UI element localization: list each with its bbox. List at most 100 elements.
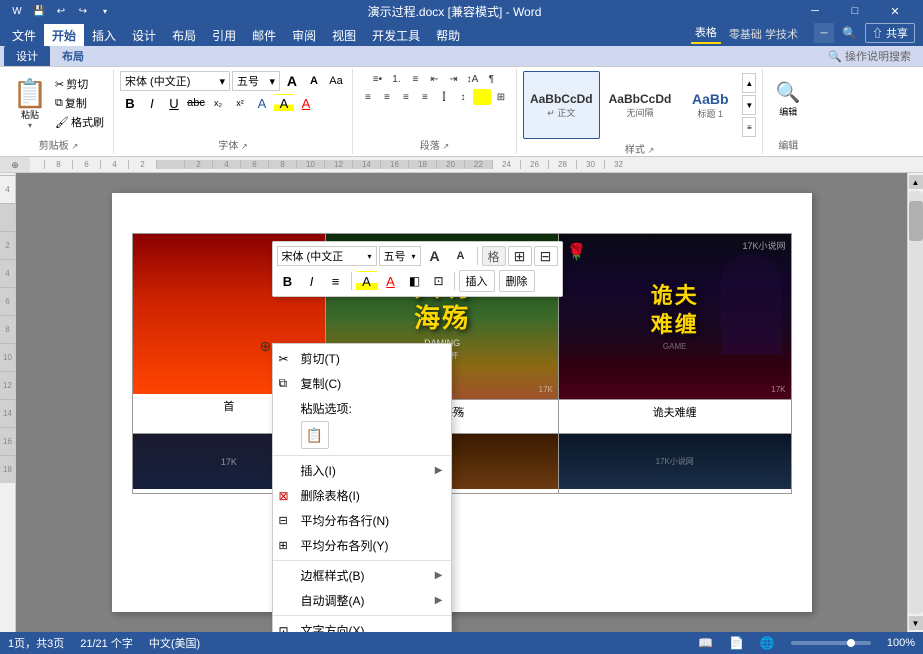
strikethrough-button[interactable]: abc xyxy=(186,94,206,112)
styles-scroll-up[interactable]: ▲ xyxy=(742,73,756,93)
float-italic-button[interactable]: I xyxy=(301,271,323,291)
tab-developer[interactable]: 开发工具 xyxy=(364,24,428,46)
find-replace-button[interactable]: 🔍 编辑 xyxy=(770,78,806,128)
format-painter-button[interactable]: 🖌格式刷 xyxy=(52,113,107,131)
close-button[interactable]: ✕ xyxy=(875,0,915,22)
font-color-button[interactable]: A xyxy=(296,94,316,112)
document-area[interactable]: 超级 首 17K小说网 大明海殇 DAMING 就差一杯 17K xyxy=(16,173,907,632)
vertical-scrollbar[interactable]: ▲ ▼ xyxy=(907,173,923,632)
search-help-icon[interactable]: 🔍 xyxy=(842,26,857,40)
bullets-button[interactable]: ≡• xyxy=(368,71,386,87)
zoom-thumb[interactable] xyxy=(847,639,855,647)
qat-more-icon[interactable]: ▾ xyxy=(96,2,114,20)
scroll-down-button[interactable]: ▼ xyxy=(909,616,923,630)
highlight-button[interactable]: A xyxy=(274,94,294,112)
float-insert-button[interactable]: 插入 xyxy=(459,270,495,292)
font-size-select[interactable]: 五号▾ xyxy=(232,71,280,91)
cm-autofit[interactable]: 自动调整(A) ▶ xyxy=(273,588,451,613)
tab-insert[interactable]: 插入 xyxy=(84,24,124,46)
tab-design[interactable]: 设计 xyxy=(124,24,164,46)
tab-file[interactable]: 文件 xyxy=(4,24,44,46)
float-border2-button[interactable]: ⊡ xyxy=(428,271,450,291)
view-read-btn[interactable]: 📖 xyxy=(698,636,713,650)
styles-expand[interactable]: ≡ xyxy=(742,117,756,137)
subscript-button[interactable]: x₂ xyxy=(208,94,228,112)
style-normal[interactable]: AaBbCcDd ↵ 正文 xyxy=(523,71,600,139)
style-heading1[interactable]: AaBb 标题 1 xyxy=(680,71,740,139)
float-font-color-button[interactable]: A xyxy=(380,271,402,291)
table-cell-qifu[interactable]: 17K小说网 🌹 诡夫难缠 GAME 17K 诡夫难缠 xyxy=(558,234,791,434)
align-left-button[interactable]: ≡ xyxy=(359,89,377,105)
tab-mailings[interactable]: 邮件 xyxy=(244,24,284,46)
tab-view[interactable]: 视图 xyxy=(324,24,364,46)
cm-paste-icon1[interactable]: 📋 xyxy=(301,421,329,449)
float-shrink-font[interactable]: A xyxy=(449,246,473,266)
float-highlight-button[interactable]: A xyxy=(356,271,378,291)
shading-button[interactable] xyxy=(473,89,491,105)
float-border-icon[interactable]: ⊟ xyxy=(534,246,558,266)
copy-button[interactable]: ⧉复制 xyxy=(52,94,107,112)
restore-button[interactable]: □ xyxy=(835,0,875,22)
ruler-corner[interactable]: ⊕ xyxy=(0,157,30,173)
minimize-button[interactable]: ─ xyxy=(795,0,835,22)
line-spacing-button[interactable]: ↕ xyxy=(454,89,472,105)
styles-scroll-down[interactable]: ▼ xyxy=(742,95,756,115)
float-align-button[interactable]: ≡ xyxy=(325,271,347,291)
tab-review[interactable]: 审阅 xyxy=(284,24,324,46)
text-effects-button[interactable]: A xyxy=(252,94,272,112)
float-bold-button[interactable]: B xyxy=(277,271,299,291)
cm-cut[interactable]: ✂ 剪切(T) xyxy=(273,346,451,371)
zoom-slider[interactable] xyxy=(791,641,871,645)
view-web-btn[interactable]: 🌐 xyxy=(760,636,775,650)
tab-references[interactable]: 引用 xyxy=(204,24,244,46)
center-button[interactable]: ≡ xyxy=(378,89,396,105)
increase-indent-button[interactable]: ⇥ xyxy=(444,71,462,87)
tab-help[interactable]: 帮助 xyxy=(428,24,468,46)
grow-font-button[interactable]: A xyxy=(282,72,302,90)
style-no-spacing[interactable]: AaBbCcDd 无间隔 xyxy=(602,71,679,139)
shrink-font-button[interactable]: A xyxy=(304,72,324,90)
sort-button[interactable]: ↕A xyxy=(463,71,481,87)
bold-button[interactable]: B xyxy=(120,94,140,112)
scroll-up-button[interactable]: ▲ xyxy=(909,175,923,189)
justify-button[interactable]: ≡ xyxy=(416,89,434,105)
column-button[interactable]: ⫿ xyxy=(435,89,453,105)
float-format-icon[interactable]: 格 xyxy=(482,246,506,266)
table-tools-tab-layout[interactable]: 布局 xyxy=(50,46,96,66)
clear-format-button[interactable]: Aa xyxy=(326,72,346,90)
float-table-icon[interactable]: ⊞ xyxy=(508,246,532,266)
float-delete-button[interactable]: 删除 xyxy=(499,270,535,292)
table-tools-tab-design[interactable]: 设计 xyxy=(4,46,50,66)
tab-layout[interactable]: 布局 xyxy=(164,24,204,46)
border-button[interactable]: ⊞ xyxy=(492,89,510,105)
multilevel-list-button[interactable]: ≡ xyxy=(406,71,424,87)
scroll-thumb[interactable] xyxy=(909,201,923,241)
font-name-select[interactable]: 宋体 (中文正)▾ xyxy=(120,71,230,91)
paste-button[interactable]: 📋 粘贴 ▾ xyxy=(10,78,50,128)
float-font-name[interactable]: 宋体 (中文正 ▾ xyxy=(277,246,377,266)
cut-button[interactable]: ✂剪切 xyxy=(52,75,107,93)
floating-toolbar[interactable]: 宋体 (中文正 ▾ 五号 ▾ A A 格 ⊞ ⊟ B I xyxy=(272,241,563,297)
float-font-size[interactable]: 五号 ▾ xyxy=(379,246,421,266)
cm-insert[interactable]: 插入(I) ▶ xyxy=(273,458,451,483)
numbering-button[interactable]: 1. xyxy=(387,71,405,87)
ribbon-minimize-btn[interactable]: ─ xyxy=(814,23,834,43)
search-ribbon-btn[interactable]: 🔍 操作说明搜索 xyxy=(820,46,919,66)
cm-copy[interactable]: ⧉ 复制(C) xyxy=(273,371,451,396)
context-menu[interactable]: ✂ 剪切(T) ⧉ 复制(C) 粘贴选项: 📋 xyxy=(272,343,452,632)
share-button[interactable]: ⇧ 共享 xyxy=(865,23,915,43)
cm-border-style[interactable]: 边框样式(B) ▶ xyxy=(273,563,451,588)
show-hide-button[interactable]: ¶ xyxy=(482,71,500,87)
underline-button[interactable]: U xyxy=(164,94,184,112)
tab-home[interactable]: 开始 xyxy=(44,24,84,46)
cm-distribute-cols[interactable]: ⊞ 平均分布各列(Y) xyxy=(273,533,451,558)
decrease-indent-button[interactable]: ⇤ xyxy=(425,71,443,87)
float-grow-font[interactable]: A xyxy=(423,246,447,266)
save-icon[interactable]: 💾 xyxy=(30,2,48,20)
undo-icon[interactable]: ↩ xyxy=(52,2,70,20)
cm-text-direction[interactable]: ⊡ 文字方向(X)... xyxy=(273,618,451,632)
cm-delete-table[interactable]: ⊠ 删除表格(I) xyxy=(273,483,451,508)
superscript-button[interactable]: x² xyxy=(230,94,250,112)
redo-icon[interactable]: ↪ xyxy=(74,2,92,20)
cm-distribute-rows[interactable]: ⊟ 平均分布各行(N) xyxy=(273,508,451,533)
